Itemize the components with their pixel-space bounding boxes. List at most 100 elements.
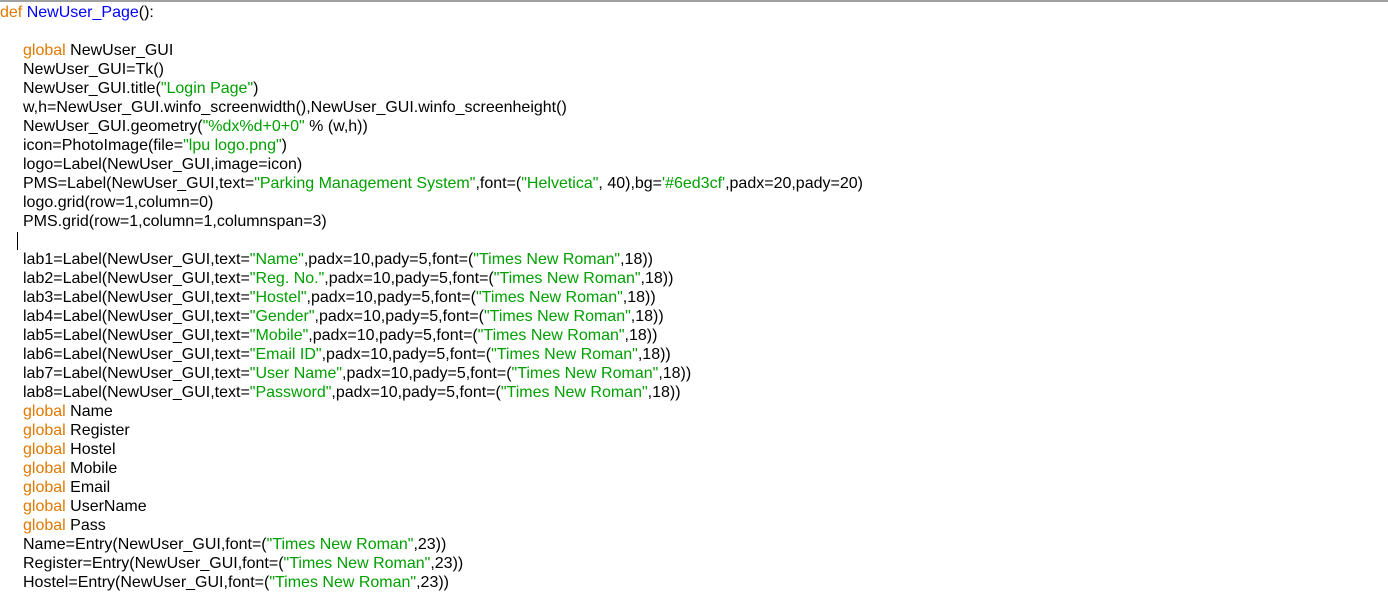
code-text: ,18)) <box>658 365 692 382</box>
code-function-name: NewUser_Page <box>26 4 139 21</box>
code-keyword: def <box>0 4 23 21</box>
code-text: lab2=Label(NewUser_GUI,text= <box>23 270 250 287</box>
code-line[interactable]: lab5=Label(NewUser_GUI,text="Mobile",pad… <box>23 326 657 345</box>
code-string: "Login Page" <box>160 80 254 97</box>
code-text: ,padx=10,pady=5,font=( <box>306 289 476 306</box>
code-line[interactable]: global NewUser_GUI <box>23 41 173 60</box>
code-keyword: global <box>23 422 66 439</box>
code-string: "%dx%d+0+0" <box>202 118 305 135</box>
code-line[interactable]: logo.grid(row=1,column=0) <box>23 193 213 212</box>
code-text: ,23)) <box>430 555 464 572</box>
code-text: ,padx=10,pady=5,font=( <box>331 384 501 401</box>
code-line[interactable]: global Mobile <box>23 459 117 478</box>
code-line[interactable]: w,h=NewUser_GUI.winfo_screenwidth(),NewU… <box>23 98 567 117</box>
code-text: Hostel=Entry(NewUser_GUI,font=( <box>23 574 270 591</box>
code-text: Register=Entry(NewUser_GUI,font=( <box>23 555 284 572</box>
code-string: "Hostel" <box>249 289 307 306</box>
code-line[interactable]: Register=Entry(NewUser_GUI,font=("Times … <box>23 554 463 573</box>
code-text: Name <box>65 403 113 420</box>
code-text: lab7=Label(NewUser_GUI,text= <box>23 365 250 382</box>
code-line[interactable]: global Register <box>23 421 130 440</box>
code-line[interactable]: PMS=Label(NewUser_GUI,text="Parking Mana… <box>23 174 863 193</box>
code-editor[interactable]: def NewUser_Page(): global NewUser_GUI New… <box>0 2 1388 593</box>
code-string: "Password" <box>249 384 332 401</box>
code-line[interactable]: global UserName <box>23 497 147 516</box>
code-keyword: global <box>23 498 66 515</box>
code-line[interactable]: lab1=Label(NewUser_GUI,text="Name",padx=… <box>23 250 653 269</box>
code-text: ,font=( <box>475 175 522 192</box>
code-line[interactable]: PMS.grid(row=1,column=1,columnspan=3) <box>23 212 327 231</box>
code-text: Register <box>65 422 130 439</box>
code-text: ,padx=10,pady=5,font=( <box>314 308 484 325</box>
code-line[interactable]: lab3=Label(NewUser_GUI,text="Hostel",pad… <box>23 288 656 307</box>
code-line[interactable]: NewUser_GUI.geometry("%dx%d+0+0" % (w,h)… <box>23 117 368 136</box>
code-keyword: global <box>23 460 66 477</box>
code-line[interactable]: global Name <box>23 402 113 421</box>
code-string: '#6ed3cf' <box>662 175 726 192</box>
code-string: "Times New Roman" <box>493 270 641 287</box>
code-line[interactable]: lab6=Label(NewUser_GUI,text="Email ID",p… <box>23 345 671 364</box>
code-text: lab8=Label(NewUser_GUI,text= <box>23 384 250 401</box>
code-text: ,padx=20,pady=20) <box>725 175 863 192</box>
code-text: icon=PhotoImage(file= <box>23 137 184 154</box>
code-line[interactable]: lab7=Label(NewUser_GUI,text="User Name",… <box>23 364 691 383</box>
code-string: "Email ID" <box>249 346 322 363</box>
code-keyword: global <box>23 517 66 534</box>
code-line[interactable]: def NewUser_Page(): <box>0 3 154 22</box>
code-text: % (w,h)) <box>304 118 368 135</box>
code-text: ,23)) <box>416 574 450 591</box>
code-text: w,h=NewUser_GUI.winfo_screenwidth(),NewU… <box>23 99 567 116</box>
code-text: ,18)) <box>622 289 656 306</box>
code-string: "Times New Roman" <box>500 384 648 401</box>
code-keyword: global <box>23 441 66 458</box>
code-keyword: global <box>23 479 66 496</box>
code-text: NewUser_GUI.geometry( <box>23 118 203 135</box>
code-string: "Times New Roman" <box>511 365 659 382</box>
code-text: Hostel <box>65 441 116 458</box>
code-text: Name=Entry(NewUser_GUI,font=( <box>23 536 267 553</box>
code-string: "Times New Roman" <box>491 346 638 363</box>
code-string: "Parking Management System" <box>254 175 476 192</box>
code-string: "Reg. No." <box>249 270 325 287</box>
code-line[interactable]: lab8=Label(NewUser_GUI,text="Password",p… <box>23 383 681 402</box>
code-text: logo.grid(row=1,column=0) <box>23 194 214 211</box>
code-text: lab6=Label(NewUser_GUI,text= <box>23 346 250 363</box>
code-string: "Times New Roman" <box>483 308 631 325</box>
code-text: Mobile <box>65 460 118 477</box>
code-text: Pass <box>65 517 106 534</box>
code-text: (): <box>138 4 154 21</box>
code-string: "Mobile" <box>249 327 309 344</box>
code-string: "Times New Roman" <box>473 251 621 268</box>
code-text: , 40),bg= <box>598 175 663 192</box>
code-string: "lpu logo.png" <box>183 137 282 154</box>
code-text: PMS.grid(row=1,column=1,columnspan=3) <box>23 213 327 230</box>
code-line[interactable]: Name=Entry(NewUser_GUI,font=("Times New … <box>23 535 446 554</box>
code-text: NewUser_GUI.title( <box>23 80 161 97</box>
code-text: UserName <box>65 498 147 515</box>
code-text: NewUser_GUI=Tk() <box>23 61 164 78</box>
code-text: ,18)) <box>647 384 681 401</box>
code-line[interactable]: logo=Label(NewUser_GUI,image=icon) <box>23 155 302 174</box>
code-line[interactable]: lab4=Label(NewUser_GUI,text="Gender",pad… <box>23 307 664 326</box>
code-line[interactable]: global Hostel <box>23 440 116 459</box>
code-line[interactable]: global Email <box>23 478 110 497</box>
code-text: ,18)) <box>637 346 671 363</box>
code-line[interactable]: lab2=Label(NewUser_GUI,text="Reg. No.",p… <box>23 269 673 288</box>
code-text: ,padx=10,pady=5,font=( <box>324 270 494 287</box>
code-string: "Times New Roman" <box>283 555 431 572</box>
code-text: logo=Label(NewUser_GUI,image=icon) <box>23 156 303 173</box>
code-line[interactable]: Hostel=Entry(NewUser_GUI,font=("Times Ne… <box>23 573 449 592</box>
code-string: "Times New Roman" <box>477 327 625 344</box>
code-string: "Gender" <box>249 308 315 325</box>
code-string: "User Name" <box>249 365 343 382</box>
code-string: "Name" <box>249 251 304 268</box>
code-string: "Times New Roman" <box>266 536 414 553</box>
code-line[interactable]: icon=PhotoImage(file="lpu logo.png") <box>23 136 287 155</box>
code-text: lab4=Label(NewUser_GUI,text= <box>23 308 250 325</box>
code-text: ,18)) <box>630 308 664 325</box>
code-text: ,padx=10,pady=5,font=( <box>308 327 478 344</box>
code-line[interactable]: NewUser_GUI=Tk() <box>23 60 164 79</box>
code-line[interactable]: NewUser_GUI.title("Login Page") <box>23 79 258 98</box>
code-line[interactable]: global Pass <box>23 516 106 535</box>
code-text: ,18)) <box>640 270 674 287</box>
